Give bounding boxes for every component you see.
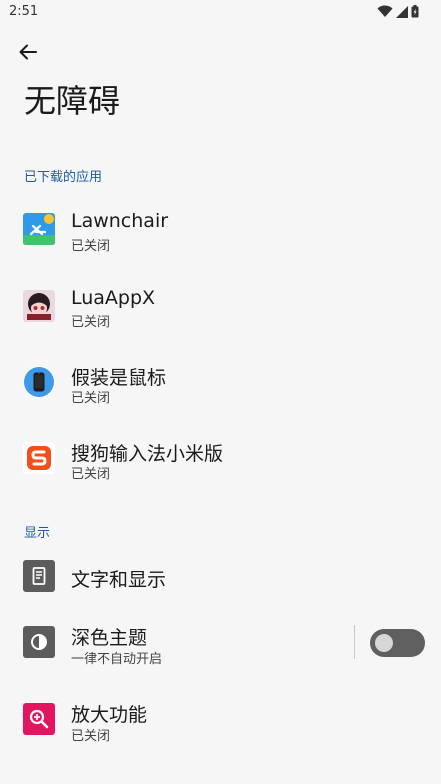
section-header-display: 显示 bbox=[24, 526, 51, 541]
toggle-divider bbox=[354, 625, 355, 659]
app-row-fake-mouse[interactable]: 假装是鼠标 已关闭 bbox=[0, 346, 441, 418]
dark-theme-toggle[interactable] bbox=[370, 629, 425, 657]
app-status: 已关闭 bbox=[71, 239, 111, 254]
status-bar: 2:51 bbox=[0, 0, 441, 24]
app-label: Lawnchair bbox=[71, 210, 169, 232]
row-label: 文字和显示 bbox=[71, 569, 167, 591]
status-time: 2:51 bbox=[9, 4, 39, 19]
wifi-icon bbox=[377, 5, 393, 17]
dark-theme-row[interactable]: 深色主题 一律不自动开启 bbox=[0, 606, 441, 678]
battery-icon bbox=[411, 5, 419, 18]
signal-icon bbox=[396, 5, 408, 18]
app-status: 已关闭 bbox=[71, 315, 111, 330]
row-summary: 已关闭 bbox=[71, 729, 111, 744]
app-label: 搜狗输入法小米版 bbox=[71, 443, 224, 465]
sogou-app-icon bbox=[23, 442, 55, 474]
luaappx-app-icon bbox=[23, 290, 55, 322]
back-button[interactable] bbox=[12, 36, 44, 68]
section-header-downloaded-apps: 已下载的应用 bbox=[24, 170, 103, 185]
phone-app-icon bbox=[23, 366, 55, 398]
page-title: 无障碍 bbox=[24, 82, 121, 120]
status-icons bbox=[377, 5, 419, 18]
app-label: LuaAppX bbox=[71, 287, 156, 309]
app-status: 已关闭 bbox=[71, 391, 111, 406]
text-and-display-row[interactable]: 文字和显示 bbox=[0, 540, 441, 612]
row-label: 深色主题 bbox=[71, 627, 148, 649]
arrow-back-icon bbox=[19, 44, 37, 60]
toggle-knob bbox=[375, 634, 393, 652]
app-row-lawnchair[interactable]: Lawnchair 已关闭 bbox=[0, 193, 441, 265]
dark-theme-icon bbox=[23, 626, 55, 658]
lawnchair-app-icon bbox=[23, 213, 55, 245]
app-label: 假装是鼠标 bbox=[71, 367, 167, 389]
magnification-row[interactable]: 放大功能 已关闭 bbox=[0, 683, 441, 755]
app-row-luaappx[interactable]: LuaAppX 已关闭 bbox=[0, 270, 441, 342]
app-row-sogou[interactable]: 搜狗输入法小米版 已关闭 bbox=[0, 422, 441, 494]
app-status: 已关闭 bbox=[71, 467, 111, 482]
row-label: 放大功能 bbox=[71, 704, 148, 726]
text-display-icon bbox=[23, 560, 55, 592]
row-summary: 一律不自动开启 bbox=[71, 652, 163, 667]
magnify-icon bbox=[23, 703, 55, 735]
